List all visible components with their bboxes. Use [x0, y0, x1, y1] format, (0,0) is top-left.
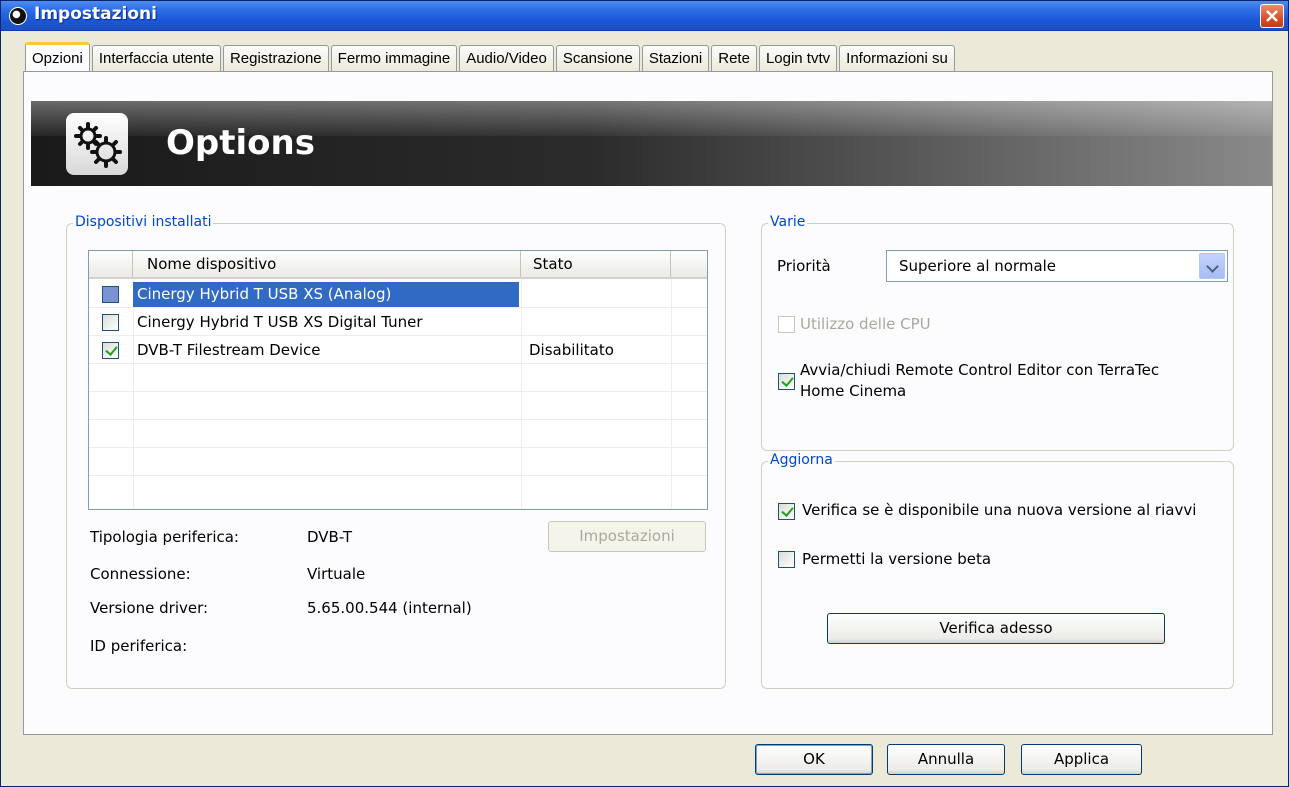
- tab-interfaccia-utente[interactable]: Interfaccia utente: [91, 45, 221, 71]
- title-bar[interactable]: Impostazioni: [1, 1, 1288, 31]
- device-row[interactable]: DVB-T Filestream Device Disabilitato: [89, 337, 707, 365]
- tab-rete[interactable]: Rete: [711, 45, 757, 71]
- cpu-usage-checkbox[interactable]: [778, 316, 795, 333]
- tab-informazioni-su[interactable]: Informazioni su: [839, 45, 955, 71]
- grid-line: [89, 475, 707, 476]
- remote-editor-label-line2: Home Cinema: [800, 382, 907, 400]
- priority-label: Priorità: [777, 257, 831, 275]
- update-group: Aggiorna: [761, 452, 1234, 689]
- column-check[interactable]: [89, 251, 133, 277]
- check-updates-checkbox[interactable]: [778, 503, 795, 520]
- check-now-button[interactable]: Verifica adesso: [827, 613, 1165, 644]
- column-name[interactable]: Nome dispositivo: [133, 251, 521, 277]
- tab-scansione[interactable]: Scansione: [555, 45, 640, 71]
- chevron-down-icon[interactable]: [1199, 253, 1225, 279]
- check-updates-label: Verifica se è disponibile una nuova vers…: [802, 501, 1197, 519]
- grid-line: [89, 419, 707, 420]
- app-icon: [9, 7, 27, 25]
- driver-version-label: Versione driver:: [90, 599, 209, 617]
- device-list[interactable]: Nome dispositivo Stato Cinergy Hybrid T …: [88, 250, 708, 510]
- ok-button[interactable]: OK: [755, 744, 873, 775]
- devices-group-label: Dispositivi installati: [73, 214, 214, 230]
- settings-window: Impostazioni Opzioni Interfaccia utente …: [0, 0, 1289, 787]
- device-checkbox[interactable]: [102, 342, 119, 359]
- misc-group-label: Varie: [768, 214, 808, 230]
- device-name: Cinergy Hybrid T USB XS Digital Tuner: [137, 313, 423, 331]
- connection-value: Virtuale: [307, 565, 366, 583]
- gears-icon: [66, 113, 128, 175]
- options-banner: Options: [31, 101, 1272, 186]
- driver-version-value: 5.65.00.544 (internal): [307, 599, 472, 617]
- device-name: Cinergy Hybrid T USB XS (Analog): [137, 285, 392, 303]
- connection-label: Connessione:: [90, 565, 191, 583]
- apply-button[interactable]: Applica: [1021, 744, 1142, 775]
- device-id-label: ID periferica:: [90, 637, 188, 655]
- grid-line: [89, 447, 707, 448]
- cancel-button[interactable]: Annulla: [887, 744, 1005, 775]
- tab-stazioni[interactable]: Stazioni: [641, 45, 710, 71]
- column-state[interactable]: Stato: [521, 251, 671, 277]
- device-list-header: Nome dispositivo Stato: [89, 251, 707, 279]
- window-title: Impostazioni: [34, 4, 157, 24]
- banner-title: Options: [166, 123, 315, 163]
- cpu-usage-label: Utilizzo delle CPU: [800, 315, 931, 333]
- priority-select[interactable]: Superiore al normale: [886, 250, 1228, 282]
- device-checkbox[interactable]: [102, 314, 119, 331]
- beta-checkbox[interactable]: [778, 551, 795, 568]
- device-checkbox[interactable]: [102, 286, 119, 303]
- device-settings-button[interactable]: Impostazioni: [548, 521, 706, 552]
- device-row[interactable]: Cinergy Hybrid T USB XS (Analog): [89, 281, 707, 309]
- device-type-label: Tipologia periferica:: [90, 528, 239, 546]
- remote-editor-checkbox[interactable]: [778, 373, 795, 390]
- priority-value: Superiore al normale: [899, 257, 1057, 275]
- tab-opzioni[interactable]: Opzioni: [25, 42, 90, 71]
- remote-editor-label-line1: Avvia/chiudi Remote Control Editor con T…: [800, 361, 1160, 379]
- update-group-label: Aggiorna: [768, 452, 835, 468]
- device-name: DVB-T Filestream Device: [137, 341, 321, 359]
- device-row[interactable]: Cinergy Hybrid T USB XS Digital Tuner: [89, 309, 707, 337]
- tab-login-tvtv[interactable]: Login tvtv: [758, 45, 838, 71]
- tab-registrazione[interactable]: Registrazione: [222, 45, 329, 71]
- grid-line: [89, 391, 707, 392]
- device-state: Disabilitato: [529, 341, 614, 359]
- tab-fermo-immagine[interactable]: Fermo immagine: [330, 45, 458, 71]
- close-icon: [1266, 10, 1278, 22]
- close-button[interactable]: [1260, 4, 1284, 28]
- tab-strip: Opzioni Interfaccia utente Registrazione…: [25, 42, 957, 71]
- device-type-value: DVB-T: [307, 528, 353, 546]
- tab-audio-video[interactable]: Audio/Video: [459, 45, 554, 71]
- beta-label: Permetti la versione beta: [802, 550, 992, 568]
